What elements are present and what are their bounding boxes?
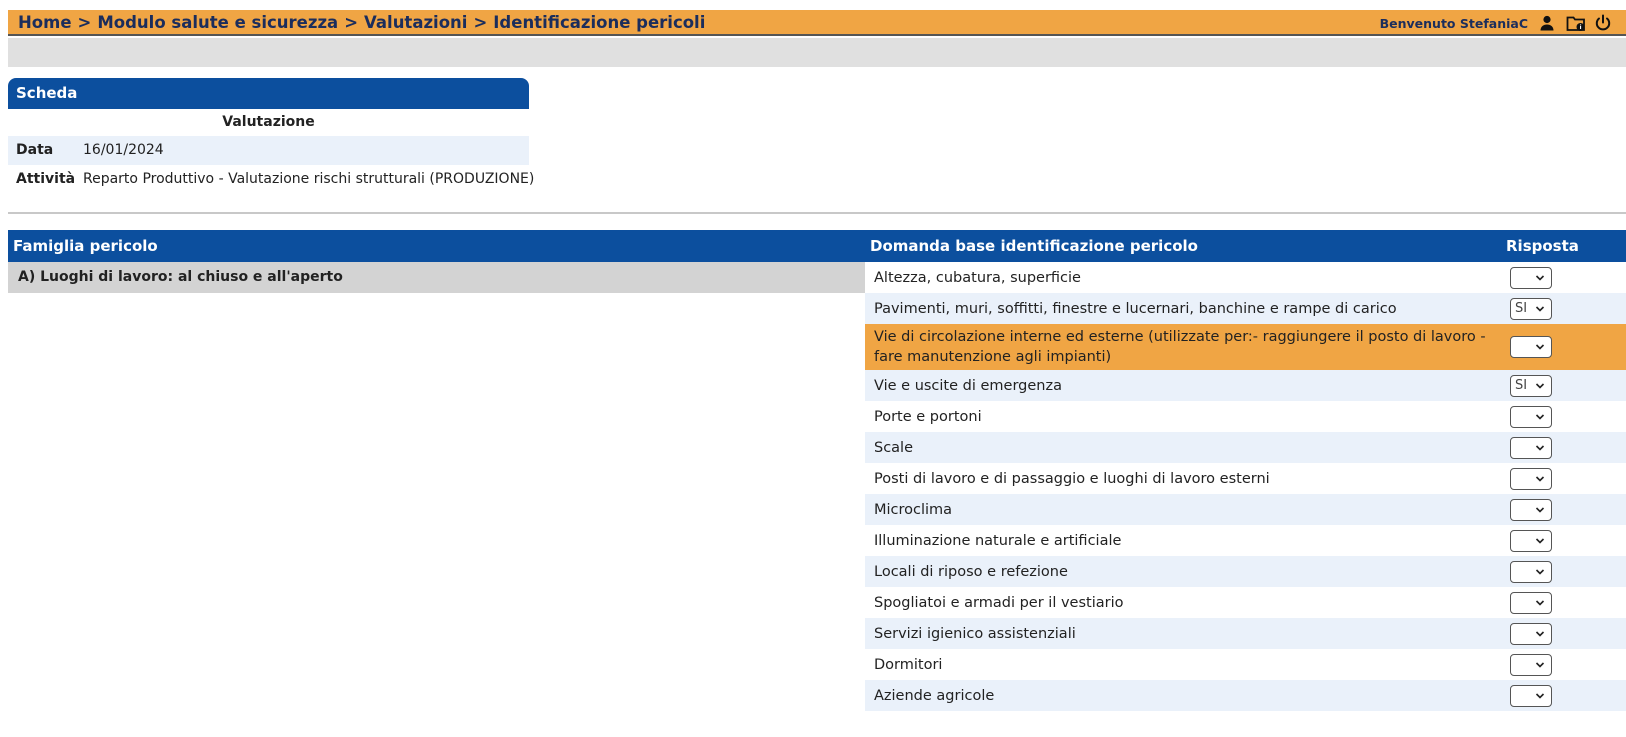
chevron-down-icon <box>1535 441 1545 458</box>
power-icon[interactable] <box>1594 14 1612 32</box>
chevron-down-icon <box>1535 596 1545 613</box>
scheda-subtitle: Valutazione <box>8 109 529 136</box>
table-row: Scale <box>865 432 1626 463</box>
breadcrumb-modulo[interactable]: Modulo salute e sicurezza <box>97 13 338 32</box>
chevron-down-icon <box>1535 689 1545 706</box>
user-icon[interactable] <box>1538 14 1556 32</box>
chevron-down-icon <box>1535 658 1545 675</box>
risposta-select[interactable]: SI <box>1510 297 1552 320</box>
folder-info-icon[interactable] <box>1566 14 1585 32</box>
top-bar: Home > Modulo salute e sicurezza > Valut… <box>8 10 1626 36</box>
breadcrumb: Home > Modulo salute e sicurezza > Valut… <box>8 13 705 32</box>
user-area: Benvenuto StefaniaC <box>1380 10 1612 36</box>
question-text: Locali di riposo e refezione <box>874 563 1068 580</box>
risposta-select[interactable] <box>1510 467 1552 490</box>
table-row: Dormitori <box>865 649 1626 680</box>
toolbar-strip <box>8 38 1626 67</box>
chevron-down-icon <box>1535 379 1545 396</box>
chevron-down-icon <box>1535 503 1545 520</box>
table-row: Posti di lavoro e di passaggio e luoghi … <box>865 463 1626 494</box>
welcome-text: Benvenuto StefaniaC <box>1379 15 1528 31</box>
chevron-down-icon <box>1535 340 1545 357</box>
chevron-down-icon <box>1535 410 1545 427</box>
table-row: Vie di circolazione interne ed esterne (… <box>865 324 1626 370</box>
data-value: 16/01/2024 <box>83 142 164 158</box>
table-row: Vie e uscite di emergenza SI <box>865 370 1626 401</box>
table-row: Porte e portoni <box>865 401 1626 432</box>
question-text: Dormitori <box>874 656 943 673</box>
breadcrumb-valutazioni[interactable]: Valutazioni <box>364 13 467 32</box>
risposta-select[interactable] <box>1510 436 1552 459</box>
table-row: Servizi igienico assistenziali <box>865 618 1626 649</box>
breadcrumb-separator: > <box>77 12 92 32</box>
table-row: Altezza, cubatura, superficie <box>865 262 1626 293</box>
risposta-select[interactable] <box>1510 336 1552 358</box>
chevron-down-icon <box>1535 627 1545 644</box>
header-risposta: Risposta <box>1506 237 1579 255</box>
question-text: Scale <box>874 439 914 456</box>
table-row: Locali di riposo e refezione <box>865 556 1626 587</box>
breadcrumb-separator: > <box>344 12 359 32</box>
chevron-down-icon <box>1535 472 1545 489</box>
scheda-panel: Scheda Valutazione Data 16/01/2024 Attiv… <box>8 78 534 194</box>
risposta-select[interactable] <box>1510 560 1552 583</box>
risposta-value: SI <box>1515 301 1528 316</box>
risposta-select[interactable] <box>1510 653 1552 676</box>
question-text: Pavimenti, muri, soffitti, finestre e lu… <box>874 300 1397 317</box>
question-list: Altezza, cubatura, superficie Pavimenti, … <box>865 262 1626 711</box>
table-row: Illuminazione naturale e artificiale <box>865 525 1626 556</box>
attivita-label: Attività <box>16 171 76 187</box>
divider <box>8 212 1626 214</box>
table-row: Pavimenti, muri, soffitti, finestre e lu… <box>865 293 1626 324</box>
famiglia-cell: A) Luoghi di lavoro: al chiuso e all'ape… <box>8 262 865 293</box>
risposta-select[interactable] <box>1510 684 1552 707</box>
attivita-value: Reparto Produttivo - Valutazione rischi … <box>83 171 535 187</box>
risposta-select[interactable] <box>1510 405 1552 428</box>
hazard-table: Famiglia pericolo Domanda base identific… <box>8 230 1626 262</box>
table-header: Famiglia pericolo Domanda base identific… <box>8 230 1626 262</box>
table-row: Microclima <box>865 494 1626 525</box>
scheda-row-attivita: Attività Reparto Produttivo - Valutazion… <box>8 165 534 194</box>
risposta-value: SI <box>1515 378 1528 393</box>
question-text: Servizi igienico assistenziali <box>874 625 1076 642</box>
question-text: Aziende agricole <box>874 687 995 704</box>
risposta-select[interactable] <box>1510 622 1552 645</box>
question-text: Vie di circolazione interne ed esterne (… <box>874 329 1486 365</box>
chevron-down-icon <box>1535 271 1545 288</box>
question-text: Vie e uscite di emergenza <box>874 377 1062 394</box>
question-text: Spogliatoi e armadi per il vestiario <box>874 594 1124 611</box>
scheda-title: Scheda <box>8 78 529 109</box>
risposta-select[interactable] <box>1510 266 1552 289</box>
question-text: Altezza, cubatura, superficie <box>874 269 1081 286</box>
question-text: Posti di lavoro e di passaggio e luoghi … <box>874 470 1270 487</box>
chevron-down-icon <box>1535 302 1545 319</box>
risposta-select[interactable] <box>1510 498 1552 521</box>
question-text: Microclima <box>874 501 953 518</box>
question-text: Illuminazione naturale e artificiale <box>874 532 1122 549</box>
table-row: Spogliatoi e armadi per il vestiario <box>865 587 1626 618</box>
scheda-row-data: Data 16/01/2024 <box>8 136 529 165</box>
breadcrumb-separator: > <box>473 12 488 32</box>
risposta-select[interactable] <box>1510 591 1552 614</box>
header-domanda: Domanda base identificazione pericolo <box>870 237 1198 255</box>
risposta-select[interactable] <box>1510 529 1552 552</box>
breadcrumb-home[interactable]: Home <box>18 13 72 32</box>
header-famiglia: Famiglia pericolo <box>13 237 158 255</box>
risposta-select[interactable]: SI <box>1510 374 1552 397</box>
breadcrumb-current: Identificazione pericoli <box>493 12 706 32</box>
chevron-down-icon <box>1535 565 1545 582</box>
question-text: Porte e portoni <box>874 408 982 425</box>
chevron-down-icon <box>1535 534 1545 551</box>
data-label: Data <box>16 142 54 158</box>
table-row: Aziende agricole <box>865 680 1626 711</box>
